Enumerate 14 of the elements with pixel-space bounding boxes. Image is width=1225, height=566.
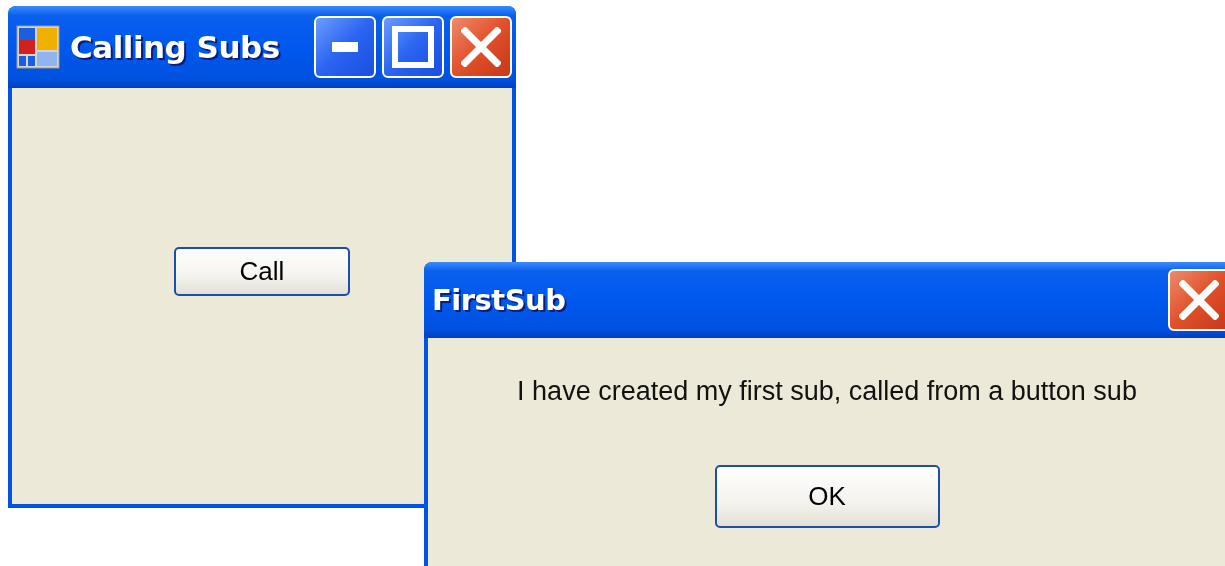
- close-icon: [1179, 280, 1219, 320]
- message-text: I have created my first sub, called from a button sub: [517, 376, 1137, 407]
- close-icon: [461, 27, 501, 67]
- close-button[interactable]: [1168, 269, 1225, 331]
- window-title: Calling Subs: [70, 29, 281, 65]
- maximize-icon: [392, 26, 434, 68]
- minimize-button[interactable]: [314, 16, 376, 78]
- maximize-button[interactable]: [382, 16, 444, 78]
- close-button[interactable]: [450, 16, 512, 78]
- dialog-title: FirstSub: [432, 283, 567, 317]
- minimize-icon: [332, 42, 358, 52]
- call-button[interactable]: Call: [174, 247, 350, 296]
- app-icon: [16, 25, 60, 69]
- ok-button[interactable]: OK: [714, 465, 940, 528]
